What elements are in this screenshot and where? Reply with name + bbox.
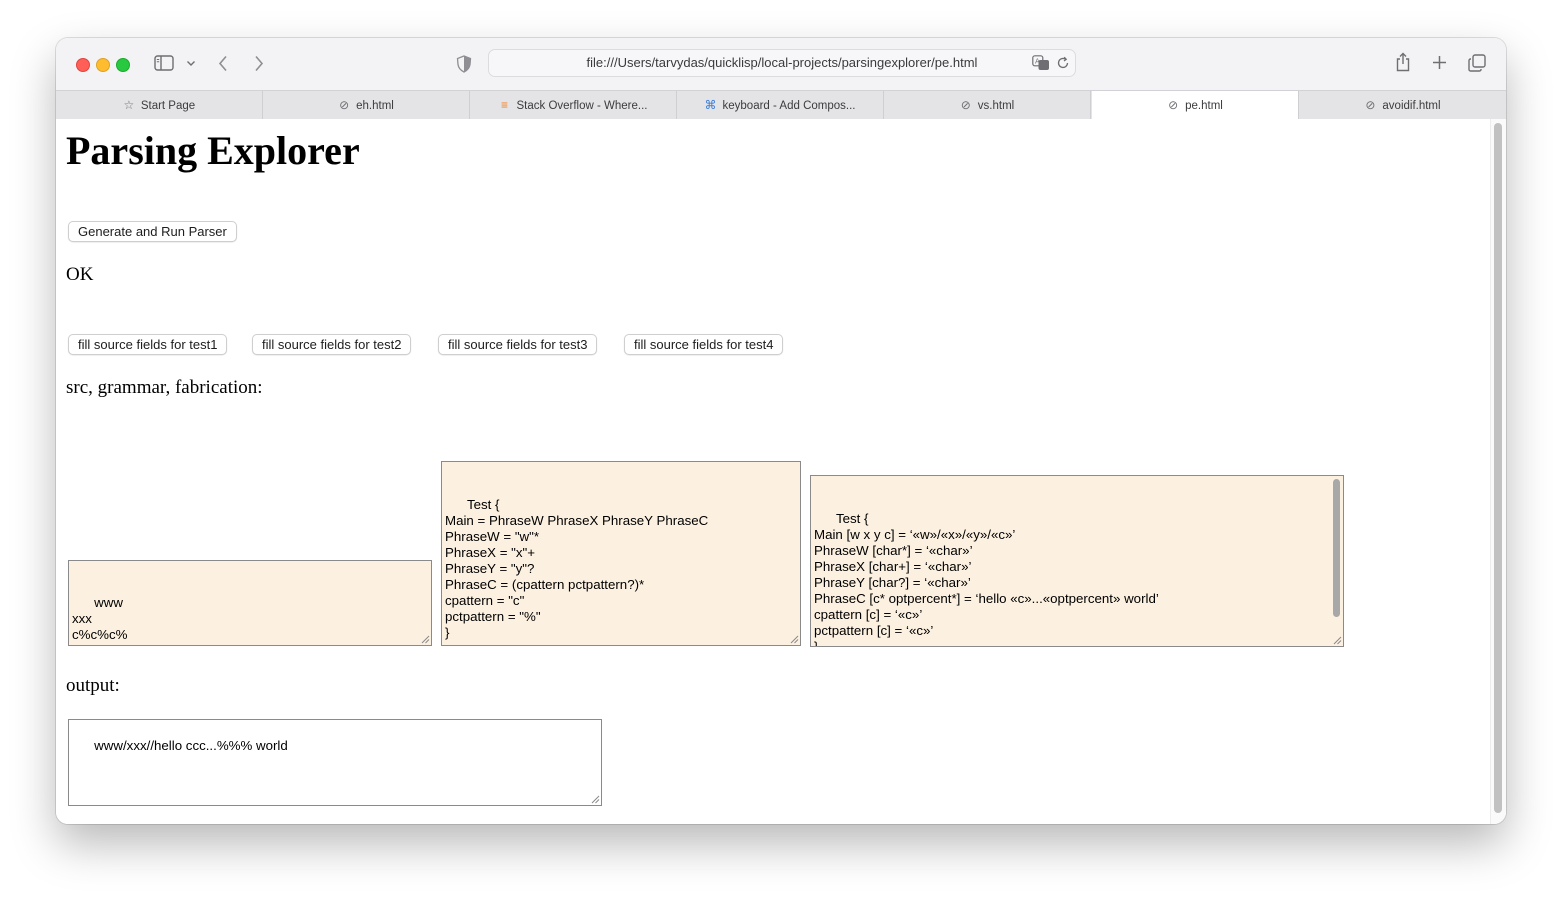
address-bar[interactable]: file:///Users/tarvydas/quicklisp/local-p… <box>488 49 1076 77</box>
reload-icon[interactable] <box>1056 56 1070 70</box>
fabrication-textarea[interactable]: Test { Main [w x y c] = ‘«w»/«x»/«y»/«c»… <box>810 475 1344 647</box>
share-icon[interactable] <box>1395 52 1411 72</box>
tab-eh-html[interactable]: ⊘ eh.html <box>263 91 470 119</box>
privacy-shield-icon[interactable] <box>456 55 472 73</box>
output-text: www/xxx//hello ccc...%%% world <box>94 738 288 753</box>
back-arrow-icon[interactable] <box>218 55 228 72</box>
fill-test1-button[interactable]: fill source fields for test1 <box>68 334 228 355</box>
fill-test4-button[interactable]: fill source fields for test4 <box>624 334 784 355</box>
page-content: Parsing Explorer Generate and Run Parser… <box>56 119 1506 824</box>
src-textarea[interactable]: www xxx c%c%c% <box>68 560 432 646</box>
svg-text:A: A <box>1035 58 1040 66</box>
src-text: www xxx c%c%c% <box>72 595 128 642</box>
new-tab-plus-icon[interactable] <box>1432 55 1447 70</box>
compass-icon: ⊘ <box>960 98 971 112</box>
resize-grip-icon[interactable] <box>421 635 430 644</box>
tab-keyboard-compose[interactable]: ⌘ keyboard - Add Compos... <box>677 91 884 119</box>
resize-grip-icon[interactable] <box>790 635 799 644</box>
tab-vs-html[interactable]: ⊘ vs.html <box>884 91 1091 119</box>
src-grammar-fabrication-label: src, grammar, fabrication: <box>66 377 263 398</box>
fill-test2-button[interactable]: fill source fields for test2 <box>252 334 412 355</box>
tab-bar: ☆ Start Page ⊘ eh.html ≡ Stack Overflow - W… <box>56 90 1506 120</box>
close-window-button[interactable] <box>76 58 90 72</box>
page-scrollbar-thumb[interactable] <box>1494 123 1502 813</box>
minimize-window-button[interactable] <box>96 58 110 72</box>
tab-stack-overflow[interactable]: ≡ Stack Overflow - Where... <box>470 91 677 119</box>
chevron-down-icon[interactable] <box>186 60 196 67</box>
tab-start-page[interactable]: ☆ Start Page <box>56 91 263 119</box>
fabrication-scrollbar[interactable] <box>1333 479 1340 617</box>
tab-overview-icon[interactable] <box>1468 54 1486 72</box>
resize-grip-icon[interactable] <box>591 795 600 804</box>
status-text: OK <box>66 264 94 285</box>
zoom-window-button[interactable] <box>116 58 130 72</box>
stackoverflow-icon: ≡ <box>500 98 508 112</box>
generate-run-parser-button[interactable]: Generate and Run Parser <box>68 221 237 242</box>
grammar-textarea[interactable]: Test { Main = PhraseW PhraseX PhraseY Ph… <box>441 461 801 646</box>
compass-icon: ⊘ <box>1168 98 1179 112</box>
fill-test3-button[interactable]: fill source fields for test3 <box>438 334 598 355</box>
browser-toolbar: file:///Users/tarvydas/quicklisp/local-p… <box>56 38 1506 90</box>
compass-icon: ⊘ <box>339 98 350 112</box>
command-icon: ⌘ <box>704 98 717 112</box>
grammar-text: Test { Main = PhraseW PhraseX PhraseY Ph… <box>445 497 709 640</box>
compass-icon: ⊘ <box>1365 98 1376 112</box>
star-icon: ☆ <box>123 98 135 112</box>
tab-pe-html[interactable]: ⊘ pe.html <box>1092 91 1299 120</box>
resize-grip-icon[interactable] <box>1333 636 1342 645</box>
translate-icon[interactable]: A <box>1032 55 1050 71</box>
output-label: output: <box>66 675 120 696</box>
page-title: Parsing Explorer <box>66 128 360 173</box>
url-text: file:///Users/tarvydas/quicklisp/local-p… <box>586 55 978 70</box>
fabrication-text: Test { Main [w x y c] = ‘«w»/«x»/«y»/«c»… <box>814 511 1159 647</box>
sidebar-icon[interactable] <box>154 55 174 71</box>
forward-arrow-icon[interactable] <box>254 55 264 72</box>
tab-avoidif-html[interactable]: ⊘ avoidif.html <box>1299 91 1506 119</box>
browser-window: file:///Users/tarvydas/quicklisp/local-p… <box>56 38 1506 824</box>
output-textarea[interactable]: www/xxx//hello ccc...%%% world <box>68 719 602 806</box>
